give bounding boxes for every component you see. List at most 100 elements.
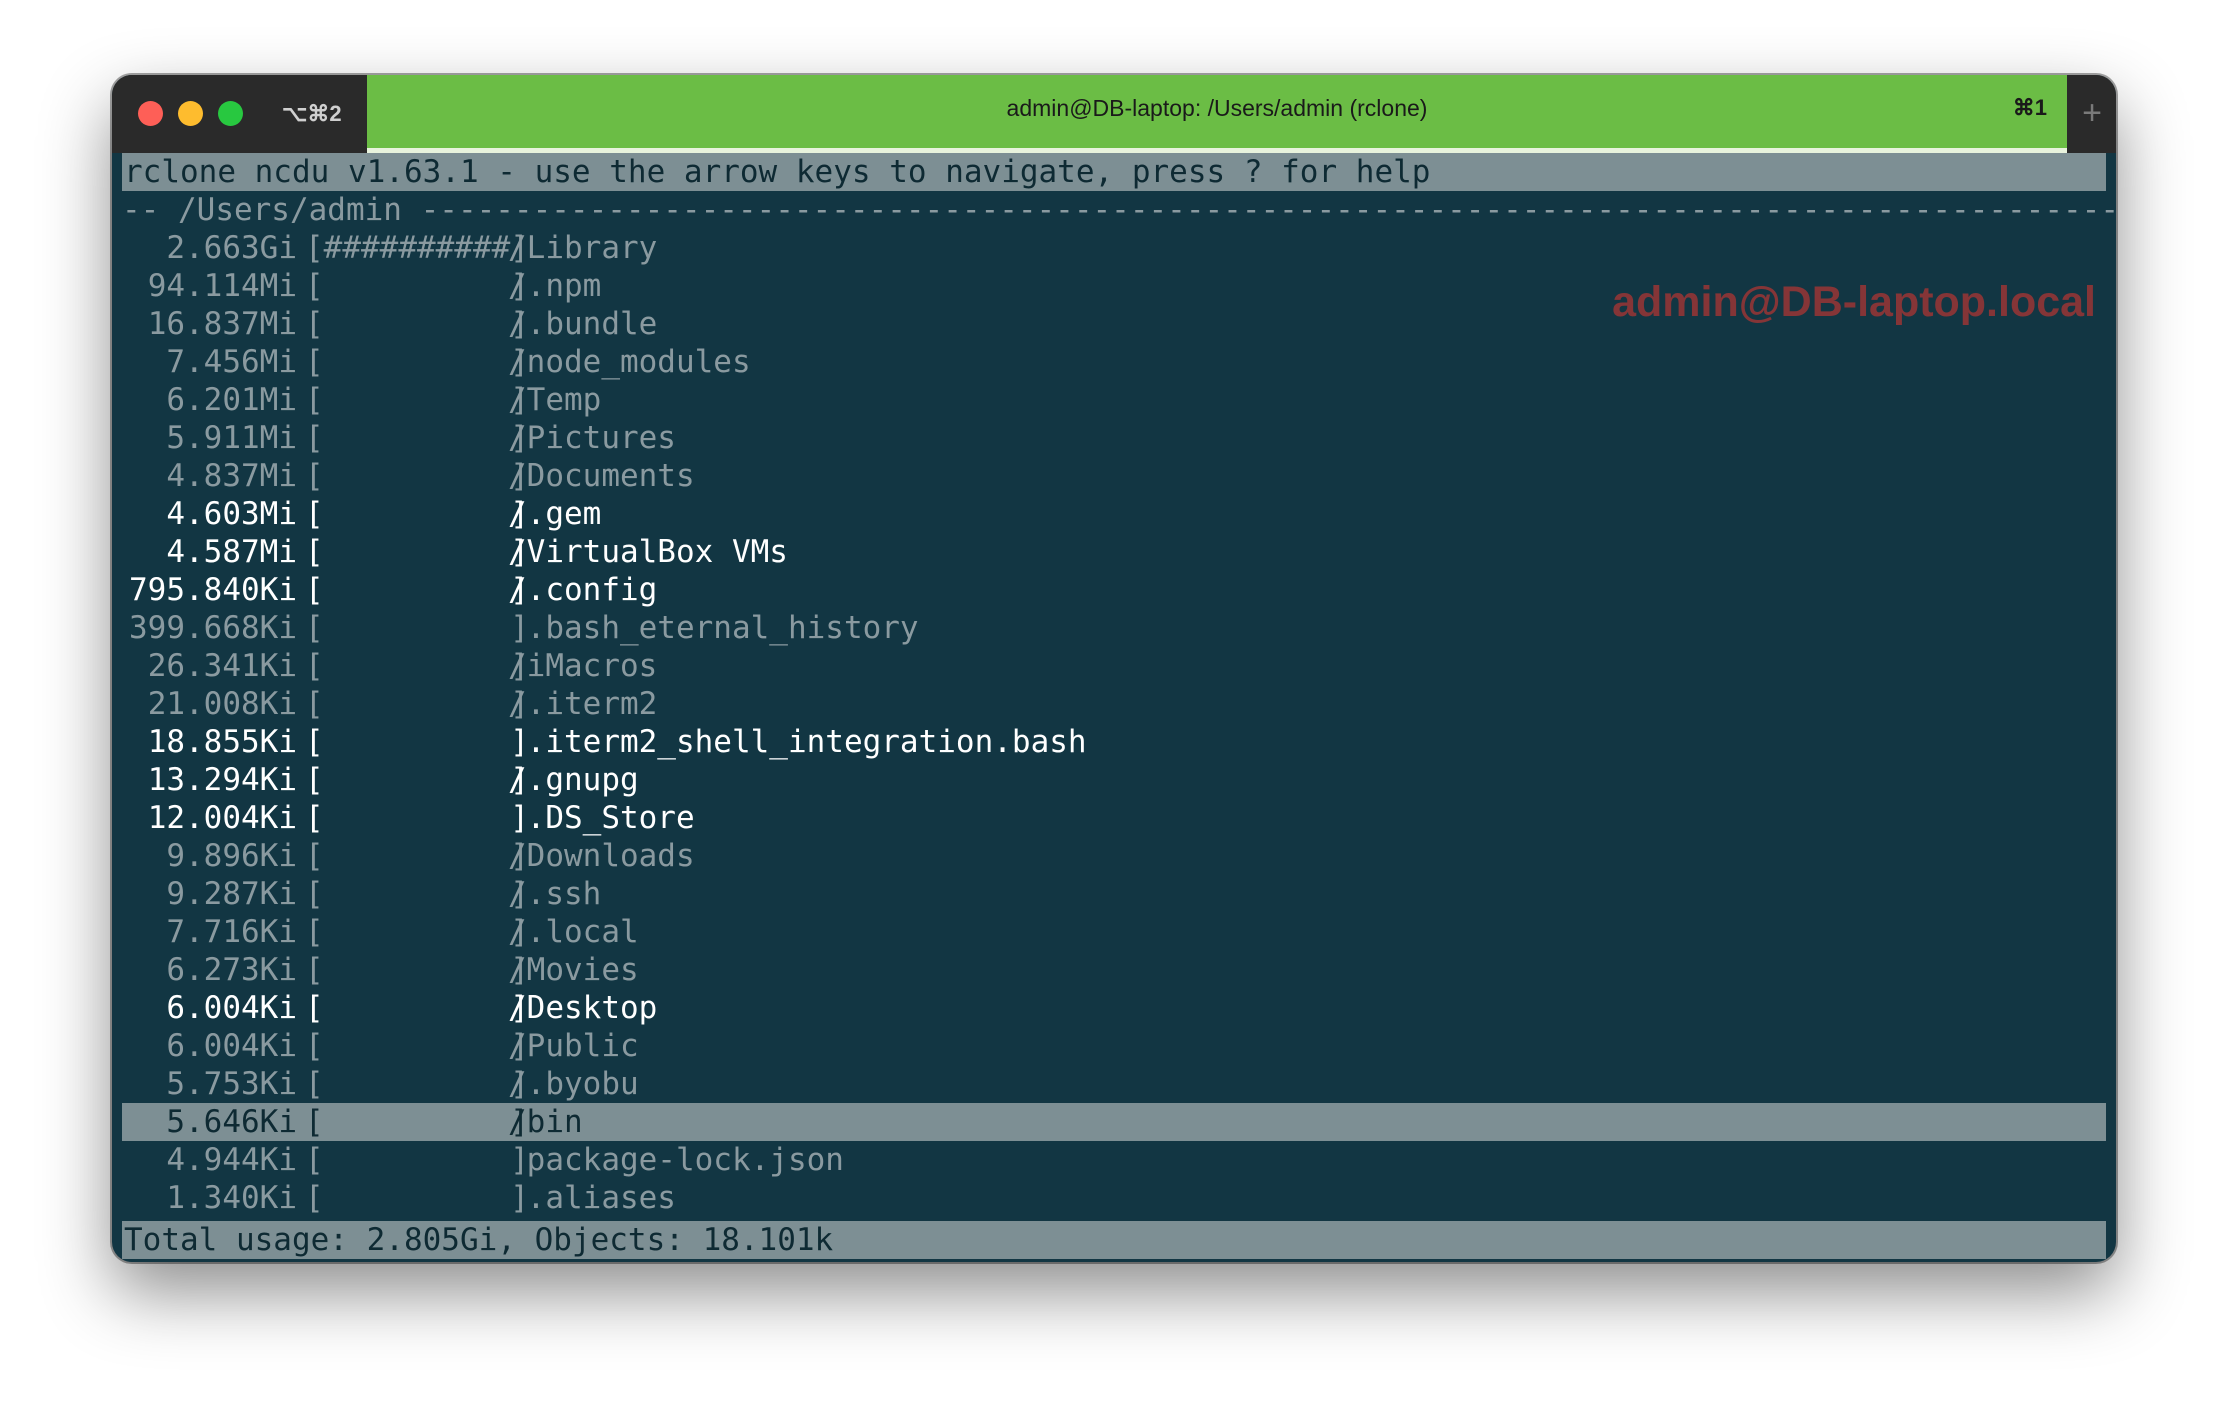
item-size: 795.840Ki: [129, 572, 297, 608]
ncdu-header: rclone ncdu v1.63.1 - use the arrow keys…: [122, 153, 2106, 191]
list-item[interactable]: 6.004Ki[ ]/Public: [122, 1027, 2106, 1065]
item-size: 9.896Ki: [166, 838, 297, 874]
item-size: 21.008Ki: [147, 686, 297, 722]
item-usage-bar: [ ]: [305, 534, 529, 570]
list-item[interactable]: 2.663Gi [##########]/Library: [122, 229, 2106, 267]
zoom-button[interactable]: [218, 101, 243, 126]
item-usage-bar: [ ]: [305, 686, 529, 722]
item-size: 4.587Mi: [166, 534, 297, 570]
item-usage-bar: [ ]: [305, 1142, 529, 1178]
item-name: /Downloads: [508, 838, 695, 874]
item-usage-bar: [ ]: [305, 382, 529, 418]
item-usage-bar: [ ]: [305, 610, 529, 646]
item-size: 2.663Gi: [166, 230, 297, 266]
plus-icon[interactable]: +: [2074, 93, 2110, 133]
item-usage-bar: [ ]: [305, 458, 529, 494]
list-item[interactable]: 7.456Mi[ ]/node_modules: [122, 343, 2106, 381]
item-usage-bar: [ ]: [305, 648, 529, 684]
list-item[interactable]: 795.840Ki[ ]/.config: [122, 571, 2106, 609]
list-item[interactable]: 1.340Ki[ ] .aliases: [122, 1179, 2106, 1217]
item-size: 13.294Ki: [147, 762, 297, 798]
item-size: 5.646Ki: [166, 1104, 297, 1140]
item-name: /Temp: [508, 382, 602, 418]
hostname-watermark: admin@DB-laptop.local: [1612, 278, 2096, 326]
item-size: 6.004Ki: [166, 1028, 297, 1064]
item-name: .iterm2_shell_integration.bash: [508, 724, 1087, 760]
file-list: 2.663Gi [##########]/Library 94.114Mi[ ]/.…: [122, 229, 2106, 1217]
list-item[interactable]: 6.273Ki[ ]/Movies: [122, 951, 2106, 989]
list-item[interactable]: 5.646Ki[ ]/bin: [122, 1103, 2106, 1141]
item-usage-bar: [##########]: [305, 230, 529, 266]
list-item[interactable]: 12.004Ki[ ] .DS_Store: [122, 799, 2106, 837]
item-name: package-lock.json: [508, 1142, 844, 1178]
terminal-content[interactable]: rclone ncdu v1.63.1 - use the arrow keys…: [122, 153, 2116, 1259]
item-size: 18.855Ki: [147, 724, 297, 760]
item-usage-bar: [ ]: [305, 876, 529, 912]
list-item[interactable]: 9.287Ki[ ]/.ssh: [122, 875, 2106, 913]
item-usage-bar: [ ]: [305, 952, 529, 988]
minimize-button[interactable]: [178, 101, 203, 126]
item-name: /.npm: [508, 268, 602, 304]
item-name: /.gnupg: [508, 762, 639, 798]
item-usage-bar: [ ]: [305, 838, 529, 874]
list-item[interactable]: 4.837Mi[ ]/Documents: [122, 457, 2106, 495]
item-name: /bin: [508, 1104, 583, 1140]
item-usage-bar: [ ]: [305, 724, 529, 760]
item-usage-bar: [ ]: [305, 572, 529, 608]
item-size: 4.944Ki: [166, 1142, 297, 1178]
item-size: 6.273Ki: [166, 952, 297, 988]
list-item[interactable]: 21.008Ki[ ]/.iterm2: [122, 685, 2106, 723]
active-tab[interactable]: admin@DB-laptop: /Users/admin (rclone) ⌘…: [367, 75, 2067, 153]
list-item[interactable]: 7.716Ki[ ]/.local: [122, 913, 2106, 951]
item-name: /Pictures: [508, 420, 676, 456]
list-item[interactable]: 18.855Ki[ ] .iterm2_shell_integration.ba…: [122, 723, 2106, 761]
item-size: 16.837Mi: [147, 306, 297, 342]
total-usage-footer: Total usage: 2.805Gi, Objects: 18.101k: [122, 1221, 2106, 1259]
item-name: /Desktop: [508, 990, 658, 1026]
list-item[interactable]: 4.944Ki[ ] package-lock.json: [122, 1141, 2106, 1179]
list-item[interactable]: 6.201Mi[ ]/Temp: [122, 381, 2106, 419]
item-name: .DS_Store: [508, 800, 695, 836]
item-usage-bar: [ ]: [305, 306, 529, 342]
inactive-tab-shortcut[interactable]: ⌥⌘2: [282, 97, 342, 131]
item-usage-bar: [ ]: [305, 800, 529, 836]
item-size: 12.004Ki: [147, 800, 297, 836]
item-usage-bar: [ ]: [305, 1028, 529, 1064]
list-item[interactable]: 4.587Mi[ ]/VirtualBox VMs: [122, 533, 2106, 571]
list-item[interactable]: 9.896Ki[ ]/Downloads: [122, 837, 2106, 875]
list-item[interactable]: 5.753Ki[ ]/.byobu: [122, 1065, 2106, 1103]
item-size: 9.287Ki: [166, 876, 297, 912]
list-item[interactable]: 399.668Ki[ ] .bash_eternal_history: [122, 609, 2106, 647]
item-usage-bar: [ ]: [305, 762, 529, 798]
item-usage-bar: [ ]: [305, 420, 529, 456]
list-item[interactable]: 4.603Mi[ ]/.gem: [122, 495, 2106, 533]
list-item[interactable]: 13.294Ki[ ]/.gnupg: [122, 761, 2106, 799]
item-name: /Documents: [508, 458, 695, 494]
list-item[interactable]: 6.004Ki[ ]/Desktop: [122, 989, 2106, 1027]
item-size: 1.340Ki: [166, 1180, 297, 1216]
tab-shortcut: ⌘1: [2012, 95, 2047, 120]
current-path-line: -- /Users/admin ------------------------…: [122, 192, 2116, 228]
item-name: /VirtualBox VMs: [508, 534, 788, 570]
item-name: /.local: [508, 914, 639, 950]
item-name: /.byobu: [508, 1066, 639, 1102]
list-item[interactable]: 26.341Ki[ ]/iMacros: [122, 647, 2106, 685]
item-size: 6.004Ki: [166, 990, 297, 1026]
close-button[interactable]: [138, 101, 163, 126]
item-size: 26.341Ki: [147, 648, 297, 684]
item-size: 6.201Mi: [166, 382, 297, 418]
item-name: /.ssh: [508, 876, 602, 912]
item-size: 5.911Mi: [166, 420, 297, 456]
item-usage-bar: [ ]: [305, 990, 529, 1026]
item-name: .bash_eternal_history: [508, 610, 919, 646]
item-size: 5.753Ki: [166, 1066, 297, 1102]
item-usage-bar: [ ]: [305, 268, 529, 304]
list-item[interactable]: 5.911Mi[ ]/Pictures: [122, 419, 2106, 457]
item-size: 4.603Mi: [166, 496, 297, 532]
item-name: .aliases: [508, 1180, 676, 1216]
item-usage-bar: [ ]: [305, 914, 529, 950]
tab-title: admin@DB-laptop: /Users/admin (rclone): [1006, 95, 1428, 121]
item-size: 4.837Mi: [166, 458, 297, 494]
item-name: /.bundle: [508, 306, 658, 342]
item-usage-bar: [ ]: [305, 496, 529, 532]
